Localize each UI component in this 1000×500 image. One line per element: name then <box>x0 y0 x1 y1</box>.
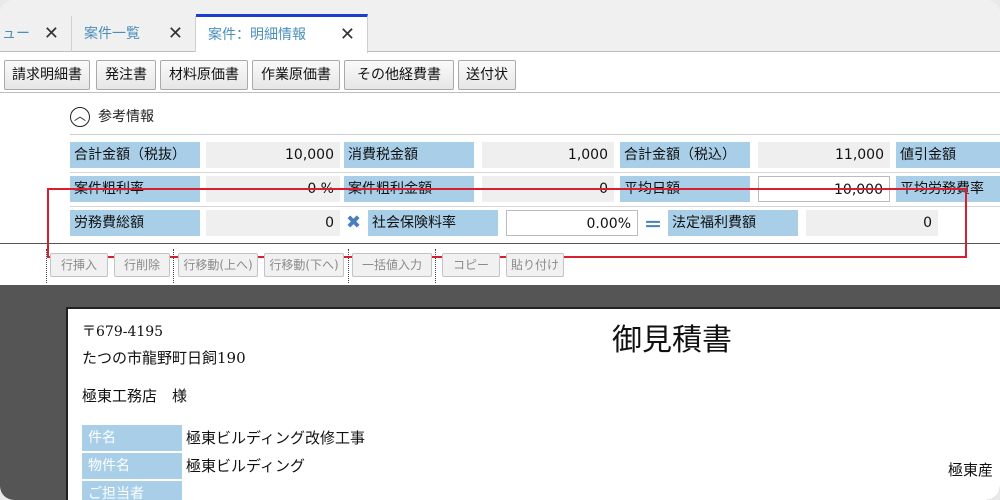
delete-row-button[interactable]: 行削除 <box>114 253 170 277</box>
postal-code: 〒679-4195 <box>82 324 164 340</box>
total-in-tax-value: 11,000 <box>758 142 890 168</box>
cover-letter-button[interactable]: 送付状 <box>458 60 516 90</box>
close-icon[interactable]: ✕ <box>44 16 59 52</box>
close-icon[interactable]: ✕ <box>168 16 183 52</box>
subject-value: 極東ビルディング改修工事 <box>186 429 365 447</box>
close-icon[interactable]: ✕ <box>340 17 355 53</box>
purchase-order-button[interactable]: 発注書 <box>96 60 156 90</box>
address: たつの市龍野町日飼190 <box>82 349 246 367</box>
tab-label: 案件：明細情報 <box>208 27 306 43</box>
app-window: ュー ✕ 案件一覧 ✕ 案件：明細情報 ✕ 請求明細書 発注書 材料原価書 作業… <box>0 0 1000 500</box>
property-label: 物件名 <box>82 453 182 479</box>
divider <box>0 243 1000 244</box>
contact-label: ご担当者 <box>82 481 182 500</box>
total-ex-tax-label: 合計金額（税抜） <box>70 142 200 168</box>
divider <box>0 92 1000 93</box>
estimate-sheet: 〒679-4195 たつの市龍野町日飼190 極東工務店 様 御見積書 件名 極… <box>66 307 1000 500</box>
divider <box>70 172 1000 173</box>
move-row-down-button[interactable]: 行移動(下へ) <box>264 253 344 277</box>
tab-bar: ュー ✕ 案件一覧 ✕ 案件：明細情報 ✕ <box>0 0 1000 53</box>
chevron-up-icon[interactable]: ︿ <box>70 107 90 127</box>
copy-button[interactable]: コピー <box>442 253 500 277</box>
tax-amount-value: 1,000 <box>482 142 614 168</box>
divider <box>70 134 1000 135</box>
material-cost-button[interactable]: 材料原価書 <box>160 60 248 90</box>
recipient: 極東工務店 様 <box>82 387 188 405</box>
total-in-tax-label: 合計金額（税込） <box>620 142 750 168</box>
bulk-input-button[interactable]: 一括値入力 <box>352 253 432 277</box>
tab-label: ュー <box>2 26 30 42</box>
discount-label: 値引金額 <box>896 142 1000 168</box>
tab-project-detail[interactable]: 案件：明細情報 ✕ <box>196 14 368 53</box>
print-preview: 〒679-4195 たつの市龍野町日飼190 極東工務店 様 御見積書 件名 極… <box>0 285 1000 500</box>
paste-button[interactable]: 貼り付け <box>506 253 564 277</box>
section-title: 参考情報 <box>98 109 154 125</box>
tab-label: 案件一覧 <box>84 26 140 42</box>
tab-menu[interactable]: ュー ✕ <box>0 16 72 52</box>
move-row-up-button[interactable]: 行移動(上へ) <box>178 253 258 277</box>
document-title: 御見積書 <box>612 323 732 358</box>
work-cost-button[interactable]: 作業原価書 <box>252 60 340 90</box>
other-expense-button[interactable]: その他経費書 <box>344 60 454 90</box>
tab-project-list[interactable]: 案件一覧 ✕ <box>72 16 196 52</box>
row-action-toolbar: 行挿入 行削除 行移動(上へ) 行移動(下へ) 一括値入力 コピー 貼り付け <box>0 247 1000 283</box>
total-ex-tax-value: 10,000 <box>206 142 340 168</box>
property-value: 極東ビルディング <box>186 457 305 475</box>
insert-row-button[interactable]: 行挿入 <box>50 253 108 277</box>
invoice-detail-button[interactable]: 請求明細書 <box>4 60 90 90</box>
tax-amount-label: 消費税金額 <box>344 142 474 168</box>
subject-label: 件名 <box>82 425 182 451</box>
issuer-company: 極東産 <box>948 461 994 479</box>
